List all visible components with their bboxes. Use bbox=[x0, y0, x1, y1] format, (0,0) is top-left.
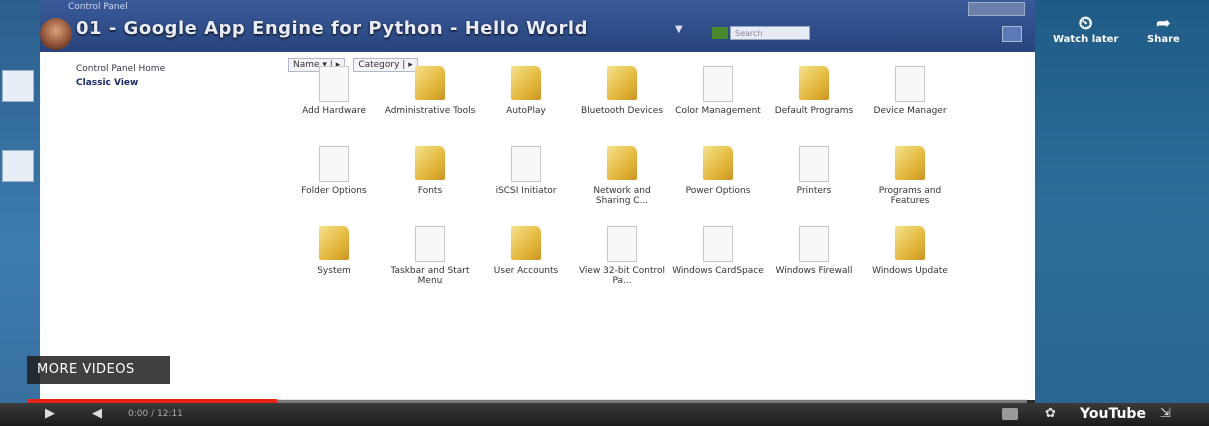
control-panel-item[interactable]: Power Options bbox=[672, 146, 764, 196]
settings-gear-icon[interactable]: ✿ bbox=[1045, 406, 1056, 421]
share-button[interactable]: ➦ Share bbox=[1147, 13, 1180, 46]
folder-icon bbox=[319, 226, 349, 260]
play-icon[interactable]: ▶ bbox=[45, 406, 55, 421]
item-label: Printers bbox=[796, 186, 832, 196]
windows-desktop bbox=[0, 0, 40, 410]
item-label: User Accounts bbox=[493, 266, 559, 276]
volume-icon[interactable]: ◀ bbox=[92, 406, 102, 421]
window-buttons[interactable] bbox=[968, 2, 1025, 16]
player-controls: ▶ ◀ 0:00 / 12:11 ✿ YouTube ⇲ bbox=[0, 403, 1209, 426]
control-panel-item[interactable]: User Accounts bbox=[480, 226, 572, 276]
folder-icon bbox=[607, 66, 637, 100]
item-label: Network and Sharing C... bbox=[593, 186, 651, 206]
control-panel-item[interactable]: Add Hardware bbox=[288, 66, 380, 116]
item-label: Administrative Tools bbox=[384, 106, 476, 116]
item-label: Fonts bbox=[417, 186, 443, 196]
folder-icon bbox=[895, 146, 925, 180]
item-label: Power Options bbox=[685, 186, 751, 196]
control-panel-item[interactable]: Windows CardSpace bbox=[672, 226, 764, 276]
document-icon bbox=[415, 226, 445, 262]
item-label: View 32-bit Control Pa... bbox=[578, 266, 666, 286]
control-panel-item[interactable]: Network and Sharing C... bbox=[576, 146, 668, 206]
document-icon bbox=[895, 66, 925, 102]
control-panel-item[interactable]: Administrative Tools bbox=[384, 66, 476, 116]
classic-view-link[interactable]: Classic View bbox=[76, 78, 138, 88]
control-panel-window: Control Panel 01 - Google App Engine for… bbox=[40, 0, 1035, 400]
folder-icon bbox=[607, 146, 637, 180]
folder-icon bbox=[799, 66, 829, 100]
folder-icon bbox=[415, 146, 445, 180]
control-panel-title: Control Panel bbox=[68, 2, 128, 12]
document-icon bbox=[511, 146, 541, 182]
control-panel-item[interactable]: Default Programs bbox=[768, 66, 860, 116]
right-desktop-panel: ⏲ Watch later ➦ Share bbox=[1035, 0, 1209, 410]
control-panel-item[interactable]: System bbox=[288, 226, 380, 276]
control-panel-item[interactable]: Device Manager bbox=[864, 66, 956, 116]
document-icon bbox=[319, 66, 349, 102]
item-label: AutoPlay bbox=[506, 106, 546, 116]
search-input[interactable]: Search bbox=[730, 26, 810, 40]
time-display: 0:00 / 12:11 bbox=[128, 409, 183, 419]
folder-icon bbox=[703, 146, 733, 180]
document-icon bbox=[799, 146, 829, 182]
item-label: System bbox=[317, 266, 351, 276]
control-panel-item[interactable]: Programs and Features bbox=[864, 146, 956, 206]
exit-fullscreen-icon[interactable]: ⇲ bbox=[1160, 406, 1171, 421]
channel-avatar[interactable] bbox=[40, 18, 72, 50]
video-title[interactable]: 01 - Google App Engine for Python - Hell… bbox=[76, 18, 588, 39]
folder-icon bbox=[415, 66, 445, 100]
control-panel-item[interactable]: View 32-bit Control Pa... bbox=[576, 226, 668, 286]
document-icon bbox=[319, 146, 349, 182]
control-panel-item[interactable]: Windows Update bbox=[864, 226, 956, 276]
document-icon bbox=[799, 226, 829, 262]
control-panel-item[interactable]: AutoPlay bbox=[480, 66, 572, 116]
control-panel-item[interactable]: Bluetooth Devices bbox=[576, 66, 668, 116]
item-label: Bluetooth Devices bbox=[580, 106, 664, 116]
document-icon bbox=[607, 226, 637, 262]
control-panel-item[interactable]: iSCSI Initiator bbox=[480, 146, 572, 196]
help-button[interactable] bbox=[1002, 26, 1022, 42]
item-label: Device Manager bbox=[873, 106, 947, 116]
captions-icon[interactable] bbox=[1002, 408, 1018, 420]
document-icon bbox=[703, 66, 733, 102]
youtube-logo[interactable]: YouTube bbox=[1080, 406, 1146, 422]
folder-icon bbox=[895, 226, 925, 260]
item-label: iSCSI Initiator bbox=[495, 186, 557, 196]
folder-icon bbox=[511, 226, 541, 260]
item-label: Color Management bbox=[675, 106, 761, 116]
folder-icon bbox=[511, 66, 541, 100]
item-label: Taskbar and Start Menu bbox=[390, 266, 470, 286]
item-label: Add Hardware bbox=[302, 106, 366, 116]
item-label: Default Programs bbox=[774, 106, 854, 116]
dropdown-arrow-icon[interactable]: ▼ bbox=[675, 24, 683, 35]
more-videos-button[interactable]: MORE VIDEOS bbox=[27, 356, 170, 384]
control-panel-item[interactable]: Folder Options bbox=[288, 146, 380, 196]
column-headers: Name ▾ | ▸ Category | ▸ bbox=[288, 52, 421, 72]
go-button[interactable] bbox=[712, 27, 728, 39]
item-label: Folder Options bbox=[301, 186, 367, 196]
control-panel-item[interactable]: Printers bbox=[768, 146, 860, 196]
item-label: Windows Firewall bbox=[775, 266, 853, 276]
control-panel-item[interactable]: Fonts bbox=[384, 146, 476, 196]
task-pane: Control Panel Home Classic View bbox=[40, 52, 280, 400]
control-panel-item[interactable]: Windows Firewall bbox=[768, 226, 860, 276]
item-label: Windows CardSpace bbox=[672, 266, 764, 276]
desktop-shortcut-icon[interactable] bbox=[2, 70, 34, 102]
clock-icon: ⏲ bbox=[1078, 13, 1093, 34]
window-titlebar: Control Panel 01 - Google App Engine for… bbox=[40, 0, 1035, 52]
watch-later-button[interactable]: ⏲ Watch later bbox=[1053, 13, 1118, 46]
document-icon bbox=[703, 226, 733, 262]
desktop-shortcut-icon[interactable] bbox=[2, 150, 34, 182]
control-panel-item[interactable]: Color Management bbox=[672, 66, 764, 116]
item-label: Programs and Features bbox=[878, 186, 942, 206]
control-panel-home-link[interactable]: Control Panel Home bbox=[76, 64, 165, 74]
share-arrow-icon: ➦ bbox=[1155, 13, 1171, 34]
control-panel-item[interactable]: Taskbar and Start Menu bbox=[384, 226, 476, 286]
video-player[interactable]: Control Panel 01 - Google App Engine for… bbox=[0, 0, 1209, 426]
item-label: Windows Update bbox=[872, 266, 948, 276]
